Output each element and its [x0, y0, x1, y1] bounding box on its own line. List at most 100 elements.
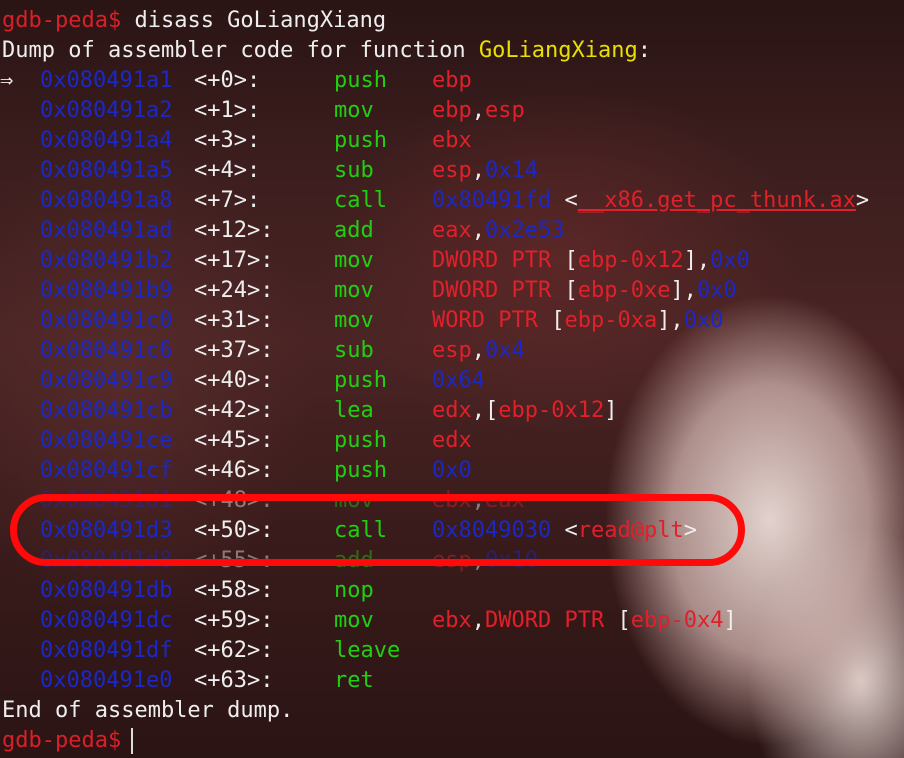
- operand-token: ,: [471, 158, 485, 183]
- operand-token: [: [604, 608, 631, 633]
- operand-token: ]: [723, 608, 737, 633]
- instruction-address: 0x080491cf: [40, 458, 173, 483]
- instruction-mnemonic: push: [334, 128, 387, 153]
- operand-token: ebp-0x4: [630, 608, 724, 633]
- instruction-operands: DWORD PTR [ebp-0xe],0x0: [432, 276, 737, 306]
- function-name: GoLiangXiang: [478, 38, 638, 63]
- instruction-row: 0x080491d8 <+55>: add esp,0x10: [0, 546, 904, 576]
- instruction-mnemonic: ret: [334, 668, 374, 693]
- operand-token: >: [683, 518, 697, 543]
- instruction-operands: esp,0x14: [432, 156, 538, 186]
- final-prompt-line[interactable]: gdb-peda$: [2, 726, 134, 756]
- instruction-operands: esp,0x4: [432, 336, 525, 366]
- instruction-address: 0x080491d3: [40, 518, 173, 543]
- instruction-row: 0x080491ce <+45>: push edx: [0, 426, 904, 456]
- operand-token: eax: [485, 488, 525, 513]
- operand-token: edx: [432, 398, 472, 423]
- instruction-row: 0x080491a5 <+4>: sub esp,0x14: [0, 156, 904, 186]
- instruction-address: 0x080491b9: [40, 278, 173, 303]
- instruction-operands: 0x8049030 <read@plt>: [432, 516, 697, 546]
- operand-token: DWORD PTR: [432, 248, 552, 273]
- dump-footer-text: End of assembler dump.: [2, 698, 294, 723]
- command-line: gdb-peda$ disass GoLiangXiang: [2, 6, 386, 36]
- operand-token: [: [537, 308, 565, 333]
- operand-token: ,: [471, 98, 485, 123]
- instruction-offset: <+17>:: [194, 248, 274, 273]
- instruction-address: 0x080491df: [40, 638, 173, 663]
- operand-token: ebp-0xe: [577, 278, 671, 303]
- instruction-address: 0x080491db: [40, 578, 173, 603]
- operand-token: 0x0: [696, 278, 737, 303]
- instruction-mnemonic: nop: [334, 578, 374, 603]
- instruction-offset: <+31>:: [194, 308, 274, 333]
- instruction-address: 0x080491c0: [40, 308, 173, 333]
- instruction-address: 0x080491a4: [40, 128, 173, 153]
- dump-footer: End of assembler dump.: [2, 696, 293, 726]
- text-cursor: [131, 728, 134, 754]
- dump-header-suffix: :: [637, 38, 652, 63]
- operand-token: ],: [670, 278, 697, 303]
- operand-token: edx: [432, 428, 472, 453]
- operand-token: eax: [432, 218, 472, 243]
- instruction-offset: <+45>:: [194, 428, 274, 453]
- instruction-address: 0x080491d8: [40, 548, 173, 573]
- instruction-operands: esp,0x10: [432, 546, 538, 576]
- operand-token: DWORD PTR: [485, 608, 605, 633]
- operand-token: ,: [471, 608, 485, 633]
- instruction-offset: <+37>:: [194, 338, 274, 363]
- operand-token: 0x0: [683, 308, 724, 333]
- instruction-offset: <+63>:: [194, 668, 274, 693]
- instruction-operands: 0x64: [432, 366, 485, 396]
- instruction-row: 0x080491db <+58>: nop: [0, 576, 904, 606]
- instruction-mnemonic: add: [334, 548, 374, 573]
- operand-token: ,[: [471, 398, 499, 423]
- instruction-address: 0x080491c9: [40, 368, 173, 393]
- operand-token: 0x0: [710, 248, 750, 273]
- operand-token: >: [855, 188, 870, 213]
- instruction-offset: <+42>:: [194, 398, 274, 423]
- instruction-row: 0x080491b9 <+24>: mov DWORD PTR [ebp-0xe],0…: [0, 276, 904, 306]
- instruction-row: 0x080491dc <+59>: mov ebx,DWORD PTR [ebp-0x…: [0, 606, 904, 636]
- command-text: disass GoLiangXiang: [121, 8, 387, 33]
- instruction-address: 0x080491c6: [40, 338, 173, 363]
- operand-token: 0x14: [485, 158, 538, 183]
- operand-token: ,: [471, 488, 485, 513]
- operand-token: esp: [432, 158, 472, 183]
- operand-token: <: [551, 518, 578, 543]
- operand-token: ,: [471, 548, 485, 573]
- terminal-window[interactable]: gdb-peda$ disass GoLiangXiang Dump of as…: [0, 0, 904, 758]
- instruction-address: 0x080491cb: [40, 398, 173, 423]
- instruction-address: 0x080491e0: [40, 668, 173, 693]
- operand-token: ,: [471, 338, 485, 363]
- instruction-mnemonic: push: [334, 68, 387, 93]
- operand-token: __x86.get_pc_thunk.ax: [577, 188, 856, 213]
- operand-token: 0x64: [432, 368, 485, 393]
- instruction-row: 0x080491df <+62>: leave: [0, 636, 904, 666]
- operand-token: ],: [657, 308, 684, 333]
- operand-token: ebx: [432, 608, 472, 633]
- instruction-row: 0x080491a2 <+1>: mov ebp,esp: [0, 96, 904, 126]
- instruction-operands: ebx,DWORD PTR [ebp-0x4]: [432, 606, 737, 636]
- operand-token: 0x4: [485, 338, 525, 363]
- operand-token: ebp-0x12: [498, 398, 605, 423]
- instruction-operands: ebp: [432, 66, 472, 96]
- instruction-operands: ebp,esp: [432, 96, 525, 126]
- operand-token: 0x2e53: [485, 218, 565, 243]
- instruction-operands: ebx: [432, 126, 472, 156]
- instruction-mnemonic: push: [334, 458, 387, 483]
- operand-token: <: [551, 188, 578, 213]
- instruction-mnemonic: mov: [334, 98, 374, 123]
- instruction-row: 0x080491ad <+12>: add eax,0x2e53: [0, 216, 904, 246]
- current-instruction-arrow-icon: ⇒: [0, 68, 14, 93]
- instruction-operands: eax,0x2e53: [432, 216, 564, 246]
- operand-token: ]: [604, 398, 618, 423]
- operand-token: esp: [432, 338, 472, 363]
- instruction-operands: edx,[ebp-0x12]: [432, 396, 617, 426]
- instruction-row: 0x080491e0 <+63>: ret: [0, 666, 904, 696]
- operand-token: ebp-0x12: [577, 248, 684, 273]
- instruction-address: 0x080491b2: [40, 248, 173, 273]
- gdb-prompt-final: gdb-peda$: [2, 728, 122, 753]
- instruction-operands: DWORD PTR [ebp-0x12],0x0: [432, 246, 750, 276]
- instruction-row: 0x080491a4 <+3>: push ebx: [0, 126, 904, 156]
- instruction-address: 0x080491ad: [40, 218, 173, 243]
